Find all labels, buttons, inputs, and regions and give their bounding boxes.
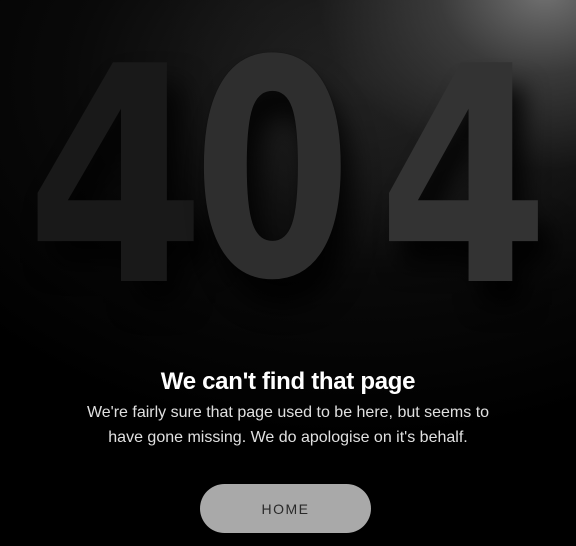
error-digit-second: 0 xyxy=(193,0,352,346)
error-digit-first: 4 xyxy=(26,3,206,352)
error-code-404: 4 0 4 xyxy=(0,0,576,330)
error-page: 4 0 4 We can't find that page We're fair… xyxy=(0,0,576,546)
home-button[interactable]: HOME xyxy=(200,484,371,533)
error-heading: We can't find that page xyxy=(160,368,416,395)
error-description: We're fairly sure that page used to be h… xyxy=(86,404,490,446)
error-message: We can't find that page We're fairly sur… xyxy=(0,364,576,450)
error-digit-third: 4 xyxy=(378,3,550,352)
